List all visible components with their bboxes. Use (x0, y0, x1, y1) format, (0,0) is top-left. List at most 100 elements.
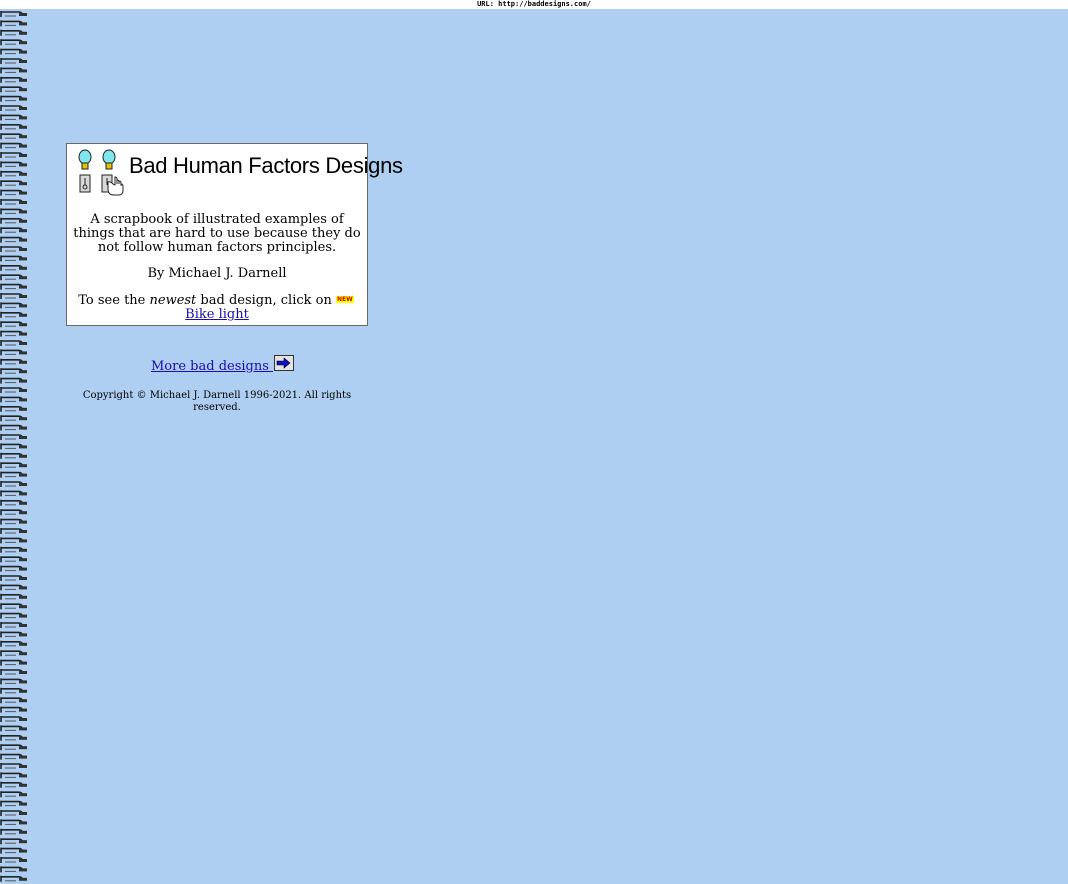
spiral-loop (0, 123, 27, 130)
spiral-loop (0, 208, 27, 215)
spiral-loop (0, 358, 27, 365)
spiral-loop (0, 828, 27, 835)
spiral-loop (0, 434, 27, 440)
spiral-loop (0, 152, 27, 158)
spiral-loop (0, 199, 27, 205)
spiral-loop (0, 236, 27, 243)
spiral-loop (0, 678, 27, 685)
spiral-loop (0, 565, 27, 572)
spiral-loop (0, 499, 27, 506)
spiral-loop (0, 189, 27, 196)
spiral-loop (0, 640, 27, 647)
spiral-loop (0, 255, 27, 262)
spiral-loop (0, 142, 27, 149)
spiral-loop (0, 415, 27, 422)
spiral-loop (0, 575, 27, 581)
spiral-loop (0, 67, 27, 74)
spiral-loop (0, 631, 27, 638)
spiral-loop (0, 452, 27, 459)
author-byline: By Michael J. Darnell (147, 266, 287, 281)
spiral-loop (0, 734, 27, 741)
spiral-loop (0, 697, 27, 704)
logo: Bad Human Factors Designs (77, 149, 403, 197)
spiral-loop (0, 584, 27, 591)
spiral-loop (0, 424, 27, 431)
switch-icon (79, 174, 91, 193)
lightbulb-icon (78, 149, 92, 170)
spiral-loop (0, 556, 27, 563)
spiral-loop (0, 20, 27, 27)
spiral-loop (0, 725, 27, 732)
spiral-loop (0, 368, 27, 375)
spiral-loop (0, 293, 27, 299)
newest-design-line: To see the newest bad design, click on N… (71, 294, 363, 322)
url-bar: URL: http://baddesigns.com/ (0, 0, 1068, 9)
spiral-loop (0, 58, 27, 64)
spiral-loop (0, 462, 27, 469)
spiral-loop (0, 866, 27, 873)
spiral-loop (0, 443, 27, 450)
spiral-loop (0, 753, 27, 760)
spiral-binding (0, 9, 30, 884)
spiral-loop (0, 669, 27, 675)
new-badge-icon: NEW (335, 296, 354, 303)
spiral-loop (0, 377, 27, 384)
spiral-loop (0, 546, 27, 553)
spiral-loop (0, 133, 27, 140)
spiral-loop (0, 791, 27, 798)
spiral-loop (0, 819, 27, 826)
spiral-loop (0, 217, 27, 224)
spiral-loop (0, 86, 27, 93)
spiral-loop (0, 509, 27, 516)
copyright-notice: Copyright © Michael J. Darnell 1996-2021… (82, 390, 352, 413)
spiral-loop (0, 405, 27, 412)
spiral-loop (0, 772, 27, 779)
spiral-loop (0, 659, 27, 666)
spiral-loop (0, 48, 27, 55)
newest-suffix: bad design, click on (196, 293, 336, 308)
spiral-loop (0, 311, 27, 318)
right-arrow-icon[interactable] (274, 355, 295, 371)
spiral-loop (0, 518, 27, 525)
spiral-loop (0, 593, 27, 600)
spiral-loop (0, 180, 27, 187)
site-description: A scrapbook of illustrated examples of t… (73, 212, 361, 255)
spiral-loop (0, 744, 27, 751)
spiral-loop (0, 39, 27, 46)
spiral-loop (0, 227, 27, 234)
more-bad-designs-link[interactable]: More bad designs (151, 359, 273, 374)
more-bad-designs: More bad designs (151, 355, 295, 377)
spiral-loop (0, 340, 27, 346)
spiral-loop (0, 471, 27, 478)
spiral-loop (0, 76, 27, 83)
spiral-loop (0, 246, 27, 252)
spiral-loop (0, 857, 27, 863)
bike-light-link[interactable]: Bike light (185, 307, 249, 322)
spiral-loop (0, 603, 27, 610)
spiral-loop (0, 95, 27, 102)
title-card: Bad Human Factors Designs A scrapbook of… (66, 143, 403, 326)
spiral-loop (0, 387, 27, 393)
spiral-loop (0, 706, 27, 713)
logo-title: Bad Human Factors Designs (129, 153, 403, 178)
spiral-loop (0, 490, 27, 497)
spiral-loop (0, 349, 27, 356)
spiral-loop (0, 11, 27, 17)
spiral-loop (0, 481, 27, 487)
spiral-loop (0, 537, 27, 544)
spiral-loop (0, 330, 27, 337)
spiral-loop (0, 838, 27, 845)
spiral-loop (0, 161, 27, 168)
spiral-loop (0, 302, 27, 309)
newest-prefix: To see the (78, 293, 150, 308)
newest-emphasis: newest (149, 293, 197, 308)
spiral-loop (0, 274, 27, 281)
spiral-loop (0, 687, 27, 694)
spiral-loop (0, 396, 27, 403)
spiral-loop (0, 612, 27, 619)
spiral-loop (0, 29, 27, 36)
spiral-loop (0, 528, 27, 534)
lightbulb-icon (102, 149, 116, 170)
spiral-loop (0, 800, 27, 807)
spiral-loop (0, 264, 27, 271)
